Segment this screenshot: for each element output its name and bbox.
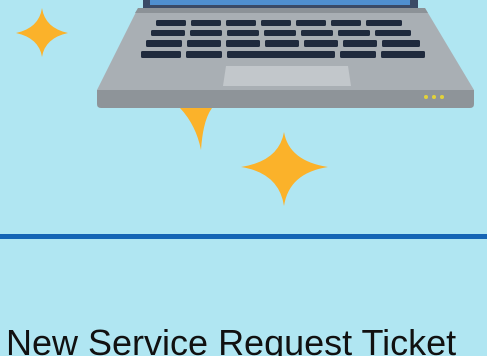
laptop-illustration (16, 0, 474, 206)
sparkle-icon (241, 132, 328, 206)
divider (0, 234, 487, 239)
sparkle-icon (180, 108, 212, 150)
sparkle-icon (16, 8, 68, 57)
service-request-card[interactable]: New Service Request Ticket (0, 0, 487, 356)
card-title[interactable]: New Service Request Ticket (6, 321, 456, 356)
laptop-icon (97, 0, 474, 108)
